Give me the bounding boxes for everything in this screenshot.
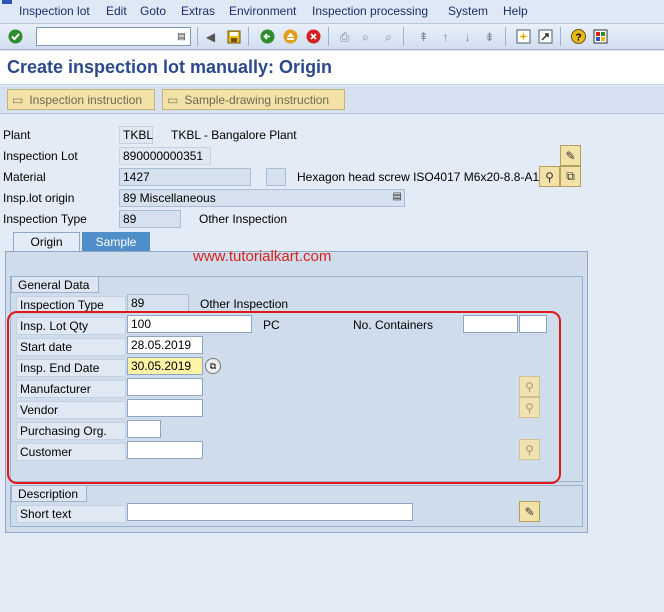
layout-icon[interactable] bbox=[592, 28, 609, 45]
menu-extras[interactable]: Extras bbox=[181, 4, 215, 18]
customer-label: Customer bbox=[16, 443, 126, 461]
edit-long-text-icon[interactable]: ✎ bbox=[519, 501, 540, 522]
command-field[interactable] bbox=[36, 27, 191, 46]
vendor-label: Vendor bbox=[16, 401, 126, 419]
first-page-icon[interactable]: ⇞ bbox=[415, 28, 432, 45]
create-session-icon[interactable] bbox=[515, 28, 532, 45]
menu-help[interactable]: Help bbox=[503, 4, 528, 18]
menu-edit[interactable]: Edit bbox=[106, 4, 127, 18]
find-next-icon[interactable]: ⌕ bbox=[380, 28, 397, 45]
manufacturer-display-icon[interactable]: ⚲ bbox=[519, 376, 540, 397]
menu-goto[interactable]: Goto bbox=[140, 4, 166, 18]
manufacturer-label: Manufacturer bbox=[16, 380, 126, 398]
cancel-icon[interactable] bbox=[305, 28, 322, 45]
menu-environment[interactable]: Environment bbox=[229, 4, 296, 18]
start-date-label: Start date bbox=[16, 338, 126, 356]
check-icon[interactable] bbox=[7, 28, 24, 45]
inspection-type-field: 89 bbox=[119, 210, 181, 228]
back-icon[interactable] bbox=[259, 28, 276, 45]
document-icon: ▭ bbox=[167, 92, 179, 107]
purchasing-org-label: Purchasing Org. bbox=[16, 422, 126, 440]
material-info-icon[interactable]: ⧉ bbox=[560, 166, 581, 187]
plant-label: Plant bbox=[3, 128, 31, 142]
tab-origin[interactable]: Origin bbox=[13, 232, 80, 251]
origin-tab-panel: General Data Inspection Type 89 Other In… bbox=[5, 251, 588, 533]
insp-end-date-input[interactable]: 30.05.2019 bbox=[127, 357, 203, 375]
purchasing-org-input[interactable] bbox=[127, 420, 161, 438]
general-inspection-type-description: Other Inspection bbox=[200, 297, 289, 311]
customer-input[interactable] bbox=[127, 441, 203, 459]
insp-lot-origin-dropdown[interactable]: 89 Miscellaneous ▤ bbox=[119, 189, 405, 207]
svg-text:?: ? bbox=[575, 33, 581, 44]
insp-lot-qty-label: Insp. Lot Qty bbox=[16, 317, 126, 335]
vendor-input[interactable] bbox=[127, 399, 203, 417]
description-group: Description Short text ✎ bbox=[10, 485, 583, 527]
previous-page-icon[interactable]: ↑ bbox=[437, 28, 454, 45]
tab-sample[interactable]: Sample bbox=[82, 232, 150, 251]
manufacturer-input[interactable] bbox=[127, 378, 203, 396]
material-field: 1427 bbox=[119, 168, 251, 186]
menu-bar: Inspection lot Edit Goto Extras Environm… bbox=[0, 0, 664, 24]
vendor-display-icon[interactable]: ⚲ bbox=[519, 397, 540, 418]
last-page-icon[interactable]: ⇟ bbox=[481, 28, 498, 45]
print-icon[interactable]: ⎙ bbox=[336, 28, 353, 45]
command-field-dropdown-icon[interactable]: ▤ bbox=[175, 29, 188, 43]
no-containers-unit-input[interactable] bbox=[519, 315, 547, 333]
status-strip bbox=[0, 596, 664, 612]
material-description: Hexagon head screw ISO4017 M6x20-8.8-A1 bbox=[297, 170, 540, 184]
page-title: Create inspection lot manually: Origin bbox=[7, 57, 333, 77]
system-toolbar: ▤ ◀ ⎙ ⌕ ⌕ ⇞ ↑ ↓ ⇟ ? bbox=[0, 24, 664, 50]
insp-lot-origin-value: 89 Miscellaneous bbox=[123, 191, 216, 205]
general-inspection-type-field: 89 bbox=[127, 294, 189, 312]
edit-icon[interactable]: ✎ bbox=[560, 145, 581, 166]
application-toolbar: ▭ Inspection instruction ▭ Sample-drawin… bbox=[0, 86, 664, 114]
inspection-type-description: Other Inspection bbox=[199, 212, 288, 226]
general-data-title: General Data bbox=[11, 276, 99, 293]
inspection-instruction-label: Inspection instruction bbox=[29, 92, 143, 107]
plant-field: TKBL bbox=[119, 126, 153, 144]
insp-lot-qty-unit: PC bbox=[263, 318, 280, 332]
material-label: Material bbox=[3, 170, 46, 184]
general-inspection-type-label: Inspection Type bbox=[16, 296, 126, 314]
dropdown-icon[interactable]: ▤ bbox=[393, 191, 402, 202]
customer-display-icon[interactable]: ⚲ bbox=[519, 439, 540, 460]
general-data-group: General Data Inspection Type 89 Other In… bbox=[10, 276, 583, 482]
material-display-icon[interactable]: ⚲ bbox=[539, 166, 560, 187]
find-icon[interactable]: ⌕ bbox=[357, 28, 374, 45]
menu-system[interactable]: System bbox=[448, 4, 488, 18]
exit-icon[interactable] bbox=[282, 28, 299, 45]
title-bar: Create inspection lot manually: Origin bbox=[0, 51, 664, 85]
material-extra-field bbox=[266, 168, 286, 186]
inspection-lot-field: 890000000351 bbox=[119, 147, 211, 165]
sap-logo-icon bbox=[2, 0, 12, 4]
next-page-icon[interactable]: ↓ bbox=[459, 28, 476, 45]
inspection-type-label: Inspection Type bbox=[3, 212, 87, 226]
document-icon: ▭ bbox=[12, 92, 24, 107]
shortcut-icon[interactable] bbox=[537, 28, 554, 45]
help-icon[interactable]: ? bbox=[570, 28, 587, 45]
sample-drawing-instruction-label: Sample-drawing instruction bbox=[184, 92, 330, 107]
menu-inspection-lot[interactable]: Inspection lot bbox=[19, 4, 90, 18]
short-text-input[interactable] bbox=[127, 503, 413, 521]
short-text-label: Short text bbox=[16, 505, 126, 523]
menu-inspection-processing[interactable]: Inspection processing bbox=[312, 4, 428, 18]
inspection-lot-label: Inspection Lot bbox=[3, 149, 78, 163]
insp-lot-qty-input[interactable]: 100 bbox=[127, 315, 252, 333]
plant-description: TKBL - Bangalore Plant bbox=[171, 128, 297, 142]
inspection-instruction-button[interactable]: ▭ Inspection instruction bbox=[7, 89, 155, 110]
no-containers-input[interactable] bbox=[463, 315, 518, 333]
start-date-input[interactable]: 28.05.2019 bbox=[127, 336, 203, 354]
sample-drawing-instruction-button[interactable]: ▭ Sample-drawing instruction bbox=[162, 89, 345, 110]
calendar-icon[interactable]: ⧉ bbox=[205, 358, 221, 374]
save-icon[interactable] bbox=[225, 28, 242, 45]
insp-end-date-label: Insp. End Date bbox=[16, 359, 126, 377]
watermark-text: www.tutorialkart.com bbox=[193, 248, 332, 265]
no-containers-label: No. Containers bbox=[353, 318, 434, 332]
insp-lot-origin-label: Insp.lot origin bbox=[3, 191, 75, 205]
description-title: Description bbox=[11, 485, 87, 502]
history-back-icon[interactable]: ◀ bbox=[202, 28, 219, 45]
